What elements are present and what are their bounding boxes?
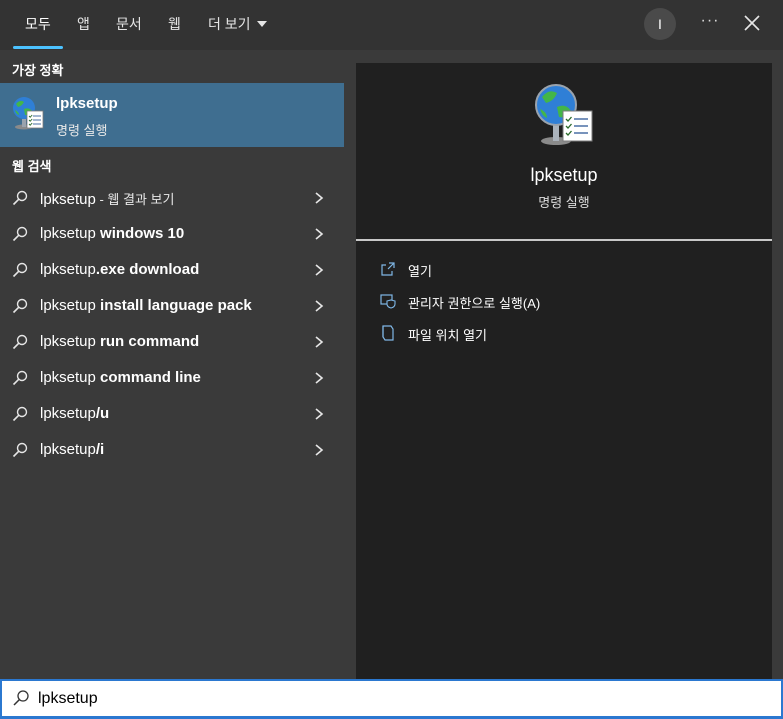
open-label: 열기 xyxy=(408,264,432,279)
web-search-heading: 웹 검색 xyxy=(12,159,52,174)
shield-icon xyxy=(380,294,396,309)
chevron-right-icon xyxy=(315,408,324,420)
more-options-button[interactable]: ··· xyxy=(697,10,723,36)
tab-documents[interactable]: 문서 xyxy=(116,0,142,50)
tab-all[interactable]: 모두 xyxy=(25,0,51,50)
chevron-right-icon xyxy=(315,264,324,276)
detail-pane: lpksetup 명령 실행 열기 관리자 권한으로 실행(A) 파일 위치 열… xyxy=(356,63,772,679)
web-result-text: lpksetup/u xyxy=(40,405,110,422)
folder-icon xyxy=(382,325,394,341)
best-match-item[interactable]: lpksetup 명령 실행 xyxy=(0,83,344,147)
web-result-text: lpksetup/i xyxy=(40,441,105,458)
divider xyxy=(356,239,772,241)
app-globe-icon xyxy=(13,97,44,130)
top-bar: 모두 앱 문서 웹 더 보기 I ··· xyxy=(0,0,783,50)
app-globe-icon xyxy=(535,84,593,145)
detail-title: lpksetup xyxy=(530,165,598,185)
search-icon xyxy=(12,442,28,458)
web-result-row[interactable]: lpksetup command line xyxy=(0,360,344,396)
web-result-text: lpksetup windows 10 xyxy=(40,225,185,242)
web-result-text: lpksetup.exe download xyxy=(40,261,200,278)
run-as-admin-label: 관리자 권한으로 실행(A) xyxy=(408,296,541,311)
chevron-right-icon xyxy=(315,228,324,240)
chevron-down-icon xyxy=(256,21,267,27)
detail-subtitle: 명령 실행 xyxy=(538,195,590,210)
active-tab-indicator xyxy=(13,46,63,49)
web-result-row[interactable]: lpksetup install language pack xyxy=(0,288,344,324)
chevron-right-icon xyxy=(315,300,324,312)
run-as-admin-button[interactable]: 관리자 권한으로 실행(A) xyxy=(356,287,772,315)
open-icon xyxy=(381,262,395,276)
avatar[interactable]: I xyxy=(644,8,676,40)
web-result-row[interactable]: lpksetup - 웹 결과 보기 xyxy=(0,180,344,216)
search-icon xyxy=(12,262,28,278)
tab-web[interactable]: 웹 xyxy=(168,0,181,50)
chevron-right-icon xyxy=(315,336,324,348)
search-icon xyxy=(12,370,28,386)
search-icon xyxy=(12,406,28,422)
chevron-right-icon xyxy=(315,372,324,384)
web-result-row[interactable]: lpksetup/u xyxy=(0,396,344,432)
web-result-row[interactable]: lpksetup/i xyxy=(0,432,344,468)
search-icon xyxy=(12,334,28,350)
best-match-heading: 가장 정확 xyxy=(12,63,64,78)
web-result-text: lpksetup install language pack xyxy=(40,297,252,314)
results-pane: 가장 정확 lpksetup 명령 실행 웹 검색 lpksetup - 웹 결… xyxy=(0,50,344,679)
search-input[interactable] xyxy=(38,686,738,712)
open-button[interactable]: 열기 xyxy=(356,255,772,283)
tab-more[interactable]: 더 보기 xyxy=(208,0,267,50)
best-match-title: lpksetup xyxy=(56,95,118,112)
web-result-row[interactable]: lpksetup run command xyxy=(0,324,344,360)
web-result-text: lpksetup command line xyxy=(40,369,201,386)
chevron-right-icon xyxy=(315,444,324,456)
best-match-subtitle: 명령 실행 xyxy=(56,123,108,138)
tab-more-label: 더 보기 xyxy=(208,16,251,32)
web-result-text: lpksetup - 웹 결과 보기 xyxy=(40,191,175,208)
close-icon[interactable] xyxy=(741,12,763,34)
open-file-location-button[interactable]: 파일 위치 열기 xyxy=(356,319,772,347)
search-icon xyxy=(12,226,28,242)
search-bar xyxy=(0,679,783,719)
web-result-row[interactable]: lpksetup windows 10 xyxy=(0,216,344,252)
web-result-row[interactable]: lpksetup.exe download xyxy=(0,252,344,288)
search-icon xyxy=(13,690,29,706)
web-result-text: lpksetup run command xyxy=(40,333,200,350)
tab-apps[interactable]: 앱 xyxy=(77,0,90,50)
search-icon xyxy=(12,298,28,314)
chevron-right-icon xyxy=(315,192,324,204)
open-file-location-label: 파일 위치 열기 xyxy=(408,328,487,343)
search-icon xyxy=(12,190,28,206)
